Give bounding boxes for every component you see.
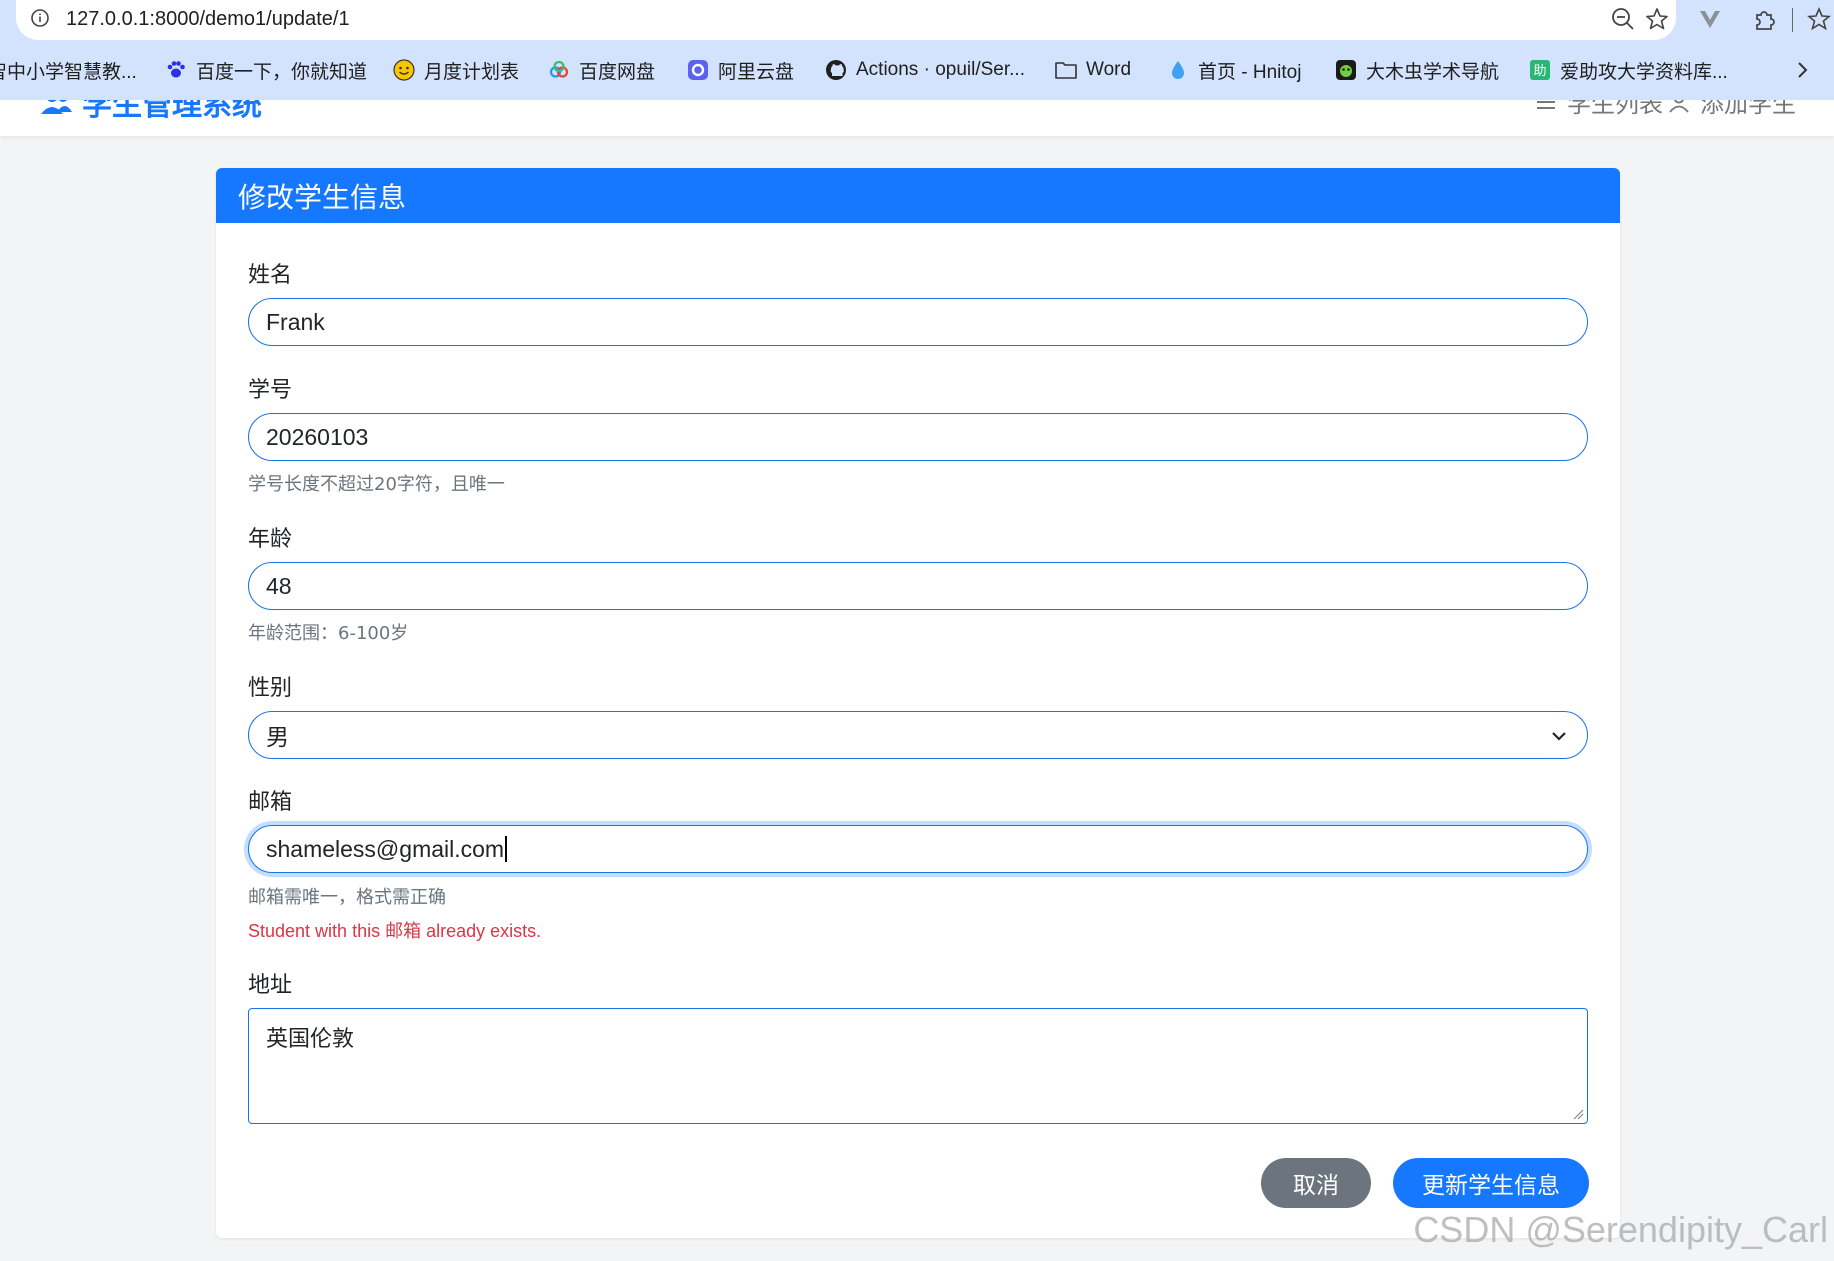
student-id-value: 20260103: [266, 423, 369, 450]
watermark: CSDN @Serendipity_Carl: [1413, 1209, 1828, 1250]
address-value: 英国伦敦: [266, 1027, 355, 1052]
age-label: 年龄: [248, 527, 293, 552]
toolbar-divider: [1792, 8, 1793, 32]
bookmark-label: 大木虫学术导航: [1366, 61, 1500, 83]
nav-label: 添加学生: [1700, 100, 1796, 118]
url-text: 127.0.0.1:8000/demo1/update/1: [66, 8, 350, 30]
email-label: 邮箱: [248, 790, 293, 815]
student-id-help: 学号长度不超过20字符，且唯一: [248, 474, 505, 495]
bookmark-label: 智中小学智慧教...: [0, 61, 137, 83]
chevron-down-icon: [1552, 732, 1566, 741]
card-header: 修改学生信息: [216, 168, 1620, 223]
page-title: 修改学生信息: [238, 180, 407, 214]
bookmark-star-icon[interactable]: [1644, 6, 1670, 32]
gender-select[interactable]: 男: [248, 711, 1588, 759]
student-id-input[interactable]: 20260103: [248, 413, 1588, 461]
email-input[interactable]: shameless@gmail.com: [248, 825, 1588, 873]
svg-text:助: 助: [1533, 64, 1546, 79]
cloud-drive-icon: [547, 58, 571, 82]
water-drop-icon: [1166, 58, 1190, 82]
bookmark-label: 爱助攻大学资料库...: [1560, 61, 1728, 83]
bookmarks-bar: 智中小学智慧教... 百度一下，你就知道 月度计划表 百度网盘 阿里云盘 Act…: [0, 40, 1834, 100]
users-icon: [41, 100, 72, 114]
zhu-icon: 助: [1528, 58, 1552, 82]
browser-toolbar: 127.0.0.1:8000/demo1/update/1: [0, 0, 1834, 40]
text-caret: [505, 836, 508, 862]
bookmark-item-4[interactable]: 阿里云盘: [686, 56, 794, 84]
bookmark-item-7[interactable]: 首页 - Hnitoj: [1166, 56, 1301, 84]
vue-extension-icon[interactable]: [1697, 6, 1723, 32]
github-icon: [824, 58, 848, 82]
bookmark-item-1[interactable]: 百度一下，你就知道: [164, 56, 367, 84]
name-input[interactable]: Frank: [248, 298, 1588, 346]
bookmark-item-2[interactable]: 月度计划表: [392, 56, 519, 84]
gender-value: 男: [266, 724, 289, 750]
smiley-icon: [392, 58, 416, 82]
nav-label: 学生列表: [1567, 100, 1663, 118]
gender-label: 性别: [248, 676, 293, 701]
nav-student-list[interactable]: 学生列表: [1535, 100, 1663, 119]
student-id-label: 学号: [248, 378, 293, 403]
bookmark-label: 月度计划表: [424, 61, 520, 83]
nav-add-student[interactable]: 添加学生: [1668, 100, 1796, 119]
chevron-right-icon[interactable]: [1794, 58, 1812, 82]
resize-handle-icon[interactable]: [1572, 1108, 1584, 1120]
update-student-button[interactable]: 更新学生信息: [1393, 1158, 1589, 1208]
address-textarea[interactable]: 英国伦敦: [248, 1008, 1588, 1124]
bug-icon: [1334, 58, 1358, 82]
folder-icon: [1054, 58, 1078, 82]
app-navbar: 学生管理系统 学生列表 添加学生: [0, 100, 1834, 136]
email-error-message: Student with this 邮箱 already exists.: [248, 921, 542, 941]
bookmark-item-9[interactable]: 助 爱助攻大学资料库...: [1528, 56, 1728, 84]
email-value: shameless@gmail.com: [266, 835, 505, 862]
bookmark-item-5[interactable]: Actions · opuil/Ser...: [824, 56, 1025, 84]
bookmark-item-6[interactable]: Word: [1054, 56, 1131, 84]
bookmark-label: 阿里云盘: [718, 61, 795, 83]
favorites-star-icon[interactable]: [1806, 6, 1832, 32]
edit-student-card: 修改学生信息 姓名 Frank 学号 20260103 学号长度不超过20字符，…: [216, 168, 1620, 1238]
age-help: 年龄范围：6-100岁: [248, 623, 409, 644]
cancel-button[interactable]: 取消: [1261, 1158, 1371, 1208]
zoom-out-icon[interactable]: [1610, 6, 1636, 32]
bookmark-label: 百度网盘: [579, 61, 656, 83]
cancel-label: 取消: [1293, 1173, 1339, 1199]
aliyun-drive-icon: [686, 58, 710, 82]
bookmark-label: Actions · opuil/Ser...: [856, 59, 1025, 80]
brand-title: 学生管理系统: [82, 100, 262, 123]
list-icon: [1537, 100, 1555, 109]
name-value: Frank: [266, 308, 325, 335]
bookmark-label: 百度一下，你就知道: [196, 61, 368, 83]
user-icon: [1669, 100, 1689, 113]
age-input[interactable]: 48: [248, 562, 1588, 610]
baidu-paw-icon: [164, 58, 188, 82]
email-help: 邮箱需唯一，格式需正确: [248, 887, 446, 908]
site-info-icon[interactable]: [30, 8, 50, 28]
bookmark-item-0[interactable]: 智中小学智慧教...: [0, 56, 137, 84]
bookmark-item-8[interactable]: 大木虫学术导航: [1334, 56, 1499, 84]
address-bar[interactable]: 127.0.0.1:8000/demo1/update/1: [16, 0, 1676, 40]
brand[interactable]: 学生管理系统: [40, 100, 262, 124]
bookmark-item-3[interactable]: 百度网盘: [547, 56, 655, 84]
age-value: 48: [266, 572, 292, 599]
bookmark-label: 首页 - Hnitoj: [1198, 61, 1302, 83]
extensions-puzzle-icon[interactable]: [1751, 6, 1777, 32]
bookmark-label: Word: [1086, 59, 1132, 80]
name-label: 姓名: [248, 263, 293, 288]
update-label: 更新学生信息: [1422, 1173, 1560, 1199]
address-label: 地址: [248, 973, 293, 998]
